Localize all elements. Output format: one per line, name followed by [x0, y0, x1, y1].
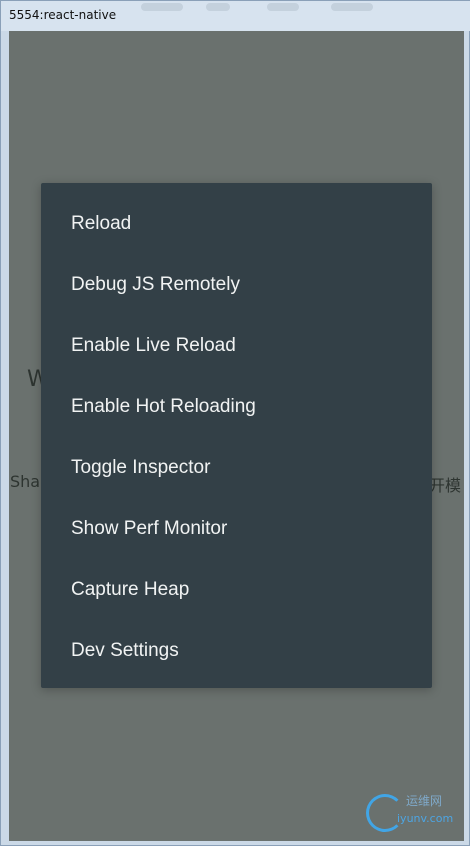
blurred-header-element: [141, 3, 183, 11]
menu-item-show-perf-monitor[interactable]: Show Perf Monitor: [41, 498, 432, 559]
window-titlebar[interactable]: 5554:react-native: [1, 1, 470, 31]
menu-item-enable-live-reload[interactable]: Enable Live Reload: [41, 315, 432, 376]
background-text: Sha: [10, 472, 41, 491]
blurred-header-element: [267, 3, 299, 11]
emulator-window: 5554:react-native W g- Sha 开模 运维网 iyunv.…: [0, 0, 470, 846]
dev-menu: Reload Debug JS Remotely Enable Live Rel…: [41, 183, 432, 688]
watermark-site-name: 运维网: [406, 794, 443, 808]
menu-item-debug-js-remotely[interactable]: Debug JS Remotely: [41, 254, 432, 315]
background-text: 开模: [429, 476, 462, 495]
menu-item-dev-settings[interactable]: Dev Settings: [41, 620, 432, 681]
menu-item-toggle-inspector[interactable]: Toggle Inspector: [41, 437, 432, 498]
window-title: 5554:react-native: [9, 8, 117, 22]
watermark-url: iyunv.com: [397, 812, 454, 825]
blurred-header-element: [206, 3, 230, 11]
menu-item-capture-heap[interactable]: Capture Heap: [41, 559, 432, 620]
menu-item-reload[interactable]: Reload: [41, 193, 432, 254]
menu-item-enable-hot-reloading[interactable]: Enable Hot Reloading: [41, 376, 432, 437]
watermark: 运维网 iyunv.com: [366, 791, 456, 833]
blurred-header-element: [331, 3, 373, 11]
